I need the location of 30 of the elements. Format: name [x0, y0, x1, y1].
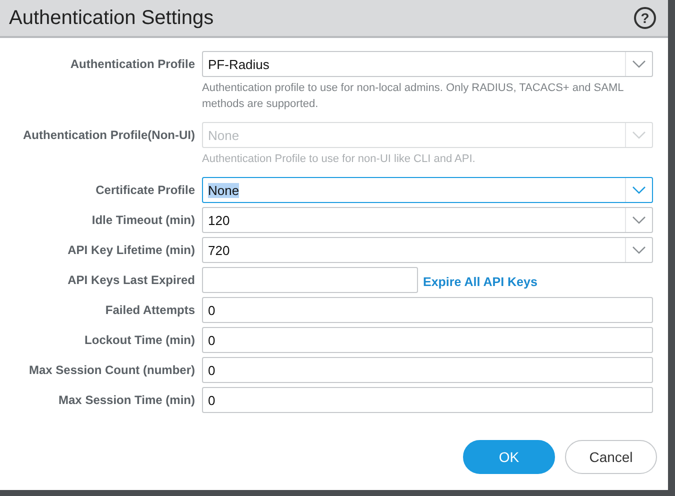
field-label: API Key Lifetime (min) [66, 242, 195, 259]
field-label: Lockout Time (min) [84, 332, 195, 349]
chevron-down-icon [632, 186, 646, 194]
chevron-down-icon [632, 60, 646, 68]
dropdown-field[interactable]: 120 [202, 207, 653, 233]
field-label: Max Session Count (number) [28, 362, 195, 379]
chevron-down-icon [632, 131, 646, 139]
expire-keys-link[interactable]: Expire All API Keys [423, 271, 538, 289]
field-label: Failed Attempts [104, 302, 195, 319]
field-label: Idle Timeout (min) [90, 212, 195, 229]
cancel-button[interactable]: Cancel [565, 440, 657, 474]
dropdown-field[interactable]: 720 [202, 237, 653, 263]
dialog-title: Authentication Settings [9, 6, 214, 30]
help-button[interactable]: ? [634, 7, 656, 29]
input-field[interactable]: 0 [202, 387, 653, 413]
field-label: Authentication Profile(Non-UI) [22, 127, 195, 144]
field-label: Authentication Profile [69, 56, 195, 73]
field-hint: Authentication profile to use for non-local admins. Only RADIUS, TACACS+ and SAML methods are supported. [202, 81, 624, 112]
chevron-down-icon [632, 246, 646, 254]
input-field[interactable]: 0 [202, 327, 653, 353]
field-label: API Keys Last Expired [66, 272, 195, 289]
input-field[interactable]: 0 [202, 357, 653, 383]
dropdown-field[interactable]: PF-Radius [202, 51, 653, 77]
input-field[interactable]: 0 [202, 297, 653, 323]
field-label: Max Session Time (min) [58, 392, 195, 409]
field-hint: Authentication Profile to use for non-UI like CLI and API. [202, 152, 476, 167]
field-label: Certificate Profile [94, 182, 195, 199]
chevron-down-icon [632, 216, 646, 224]
input-field[interactable] [202, 267, 418, 293]
dropdown-field[interactable]: None [202, 177, 653, 203]
